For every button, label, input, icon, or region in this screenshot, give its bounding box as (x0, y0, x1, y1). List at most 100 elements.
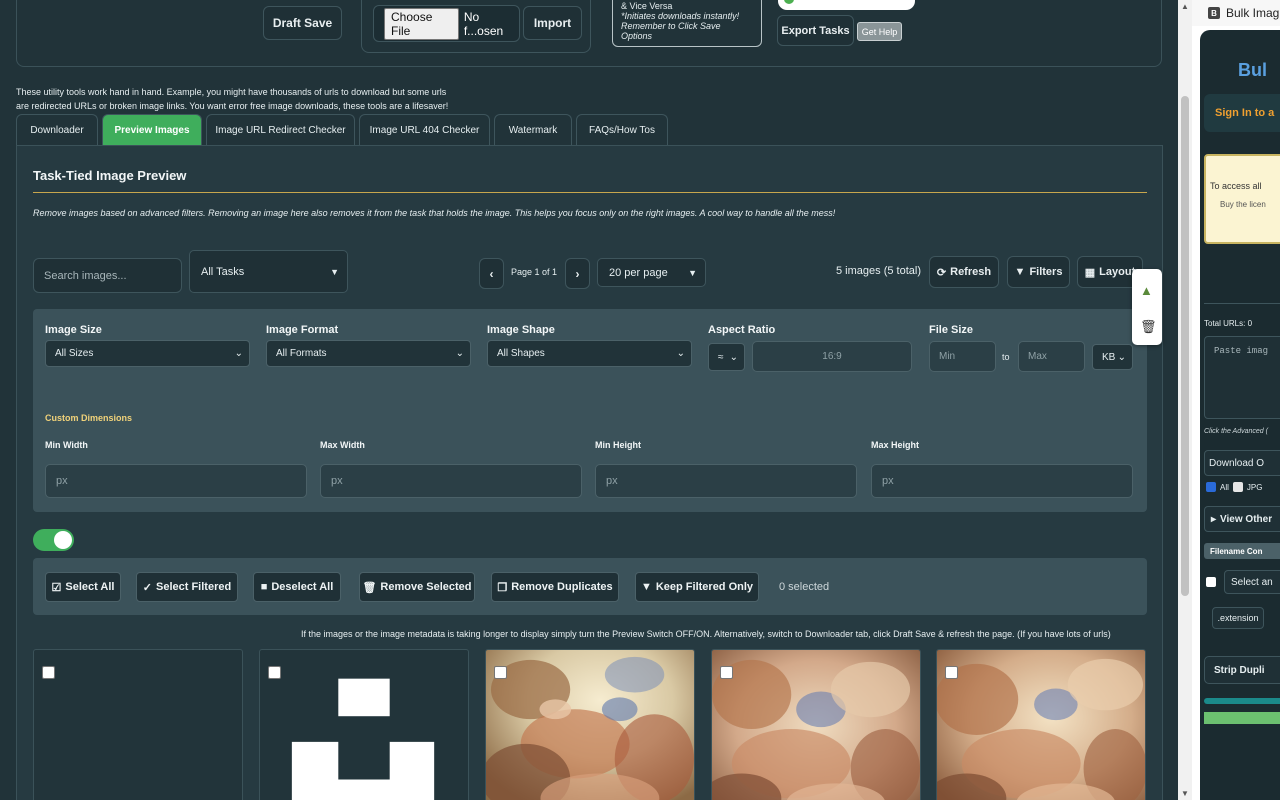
intro-line: These utility tools work hand in hand. E… (16, 87, 447, 97)
image-format-value: All Formats (276, 348, 327, 359)
page-scrollbar[interactable]: ▲ ▼ (1178, 0, 1192, 800)
export-tasks-button[interactable]: Export Tasks (777, 15, 854, 46)
search-input[interactable] (33, 258, 182, 293)
select-filtered-label: Select Filtered (156, 581, 232, 593)
image-card[interactable] (711, 649, 921, 800)
trash-icon[interactable]: 🗑 (1140, 319, 1157, 335)
file-unit-select[interactable]: KB ⌄ (1092, 344, 1133, 370)
file-size-max-input[interactable]: Max (1018, 341, 1085, 372)
image-checkbox[interactable] (42, 666, 55, 679)
image-format-label: Image Format (266, 324, 339, 336)
sign-in-link[interactable]: Sign In to a (1204, 94, 1280, 132)
preview-switch[interactable] (33, 529, 74, 551)
extension-logo-icon: B (1208, 7, 1220, 19)
tab-preview-images[interactable]: Preview Images (102, 114, 202, 145)
strip-duplicates-button[interactable]: Strip Dupli (1204, 656, 1280, 684)
custom-dimensions-title: Custom Dimensions (45, 413, 133, 423)
task-select[interactable]: All Tasks ▼ (189, 250, 348, 293)
image-card[interactable] (936, 649, 1146, 800)
max-width-input[interactable]: px (320, 464, 582, 498)
filename-select-row: Select an (1206, 570, 1280, 594)
floating-toolbar: ▲ 🗑 (1132, 269, 1162, 345)
import-button[interactable]: Import (523, 6, 582, 40)
remove-duplicates-button[interactable]: ❐ Remove Duplicates (491, 572, 619, 602)
view-other-toggle[interactable]: ▸ View Other (1204, 506, 1280, 532)
image-shape-select[interactable]: All Shapes ⌄ (487, 340, 692, 367)
min-width-input[interactable]: px (45, 464, 307, 498)
image-size-label: Image Size (45, 324, 102, 336)
draft-save-button[interactable]: Draft Save (263, 6, 342, 40)
preview-hint: If the images or the image metadata is t… (301, 629, 1111, 639)
refresh-button[interactable]: ⟳ Refresh (929, 256, 999, 288)
get-help-button[interactable]: Get Help (857, 22, 902, 41)
next-page-button[interactable]: › (565, 258, 590, 289)
filters-button[interactable]: ▼ Filters (1007, 256, 1070, 288)
tab-faqs[interactable]: FAQs/How Tos (576, 114, 668, 145)
chevron-right-icon: › (575, 266, 580, 281)
download-options-button[interactable]: Download O (1204, 450, 1280, 476)
filename-checkbox[interactable] (1206, 577, 1216, 587)
scrollbar-thumb[interactable] (1181, 96, 1189, 596)
deselect-all-button[interactable]: ■ Deselect All (253, 572, 341, 602)
scroll-up-arrow-icon[interactable]: ▲ (1181, 2, 1189, 11)
prev-page-button[interactable]: ‹ (479, 258, 504, 289)
image-card[interactable] (485, 649, 695, 800)
jpg-checkbox[interactable] (1232, 482, 1243, 492)
tab-redirect-checker[interactable]: Image URL Redirect Checker (206, 114, 355, 145)
select-filtered-button[interactable]: ✓ Select Filtered (136, 572, 238, 602)
double-check-icon: ✓ (142, 581, 152, 594)
preview-panel: Task-Tied Image Preview Remove images ba… (16, 145, 1163, 800)
image-card[interactable] (33, 649, 243, 800)
image-thumbnail (712, 650, 920, 800)
status-pill[interactable] (778, 0, 915, 10)
image-add-icon[interactable]: ▲ (1140, 283, 1153, 298)
all-checkbox[interactable] (1206, 482, 1216, 492)
panel-title: Task-Tied Image Preview (33, 168, 187, 183)
chevron-left-icon: ‹ (489, 266, 494, 281)
tab-downloader[interactable]: Downloader (16, 114, 98, 145)
aspect-ratio-input[interactable]: 16:9 (752, 341, 912, 372)
chevron-down-icon: ▼ (330, 266, 339, 277)
keep-filtered-only-button[interactable]: ▼ Keep Filtered Only (635, 572, 759, 602)
scroll-down-arrow-icon[interactable]: ▼ (1181, 789, 1189, 798)
license-notice-line: Buy the licen (1220, 200, 1266, 209)
extension-chip[interactable]: .extension (1212, 607, 1264, 629)
chevron-down-icon: ▼ (688, 267, 697, 278)
license-notice-line: To access all (1210, 181, 1262, 191)
image-checkbox[interactable] (945, 666, 958, 679)
per-page-select[interactable]: 20 per page ▼ (597, 258, 706, 287)
filters-label: Filters (1029, 266, 1063, 278)
min-width-label: Min Width (45, 440, 88, 450)
remove-selected-label: Remove Selected (380, 581, 472, 593)
progress-track (1204, 698, 1280, 704)
choose-file-button[interactable]: Choose File (384, 7, 459, 40)
url-textarea[interactable]: Paste imag (1204, 336, 1280, 419)
tab-404-checker[interactable]: Image URL 404 Checker (359, 114, 490, 145)
image-thumbnail (937, 650, 1145, 800)
file-input[interactable]: Choose File No f...osen (373, 5, 520, 42)
side-panel-body: Bul Sign In to a To access all Buy the l… (1200, 30, 1280, 800)
file-size-min-input[interactable]: Min (929, 341, 996, 372)
format-checkboxes: All JPG (1206, 482, 1262, 492)
image-checkbox[interactable] (268, 666, 281, 679)
filename-select[interactable]: Select an (1224, 570, 1280, 594)
image-card[interactable] (259, 649, 469, 800)
min-height-input[interactable]: px (595, 464, 857, 498)
file-size-to-label: to (1002, 352, 1010, 362)
select-all-button[interactable]: ☑ Select All (45, 572, 121, 602)
image-format-select[interactable]: All Formats ⌄ (266, 340, 471, 367)
remove-duplicates-label: Remove Duplicates (511, 581, 613, 593)
aspect-ratio-label: Aspect Ratio (708, 324, 776, 336)
max-width-label: Max Width (320, 440, 365, 450)
side-panel-title: Bulk Imag (1226, 6, 1280, 20)
image-size-select[interactable]: All Sizes ⌄ (45, 340, 250, 367)
aspect-operator-value: ≈ (718, 351, 724, 363)
max-height-input[interactable]: px (871, 464, 1133, 498)
tab-watermark[interactable]: Watermark (494, 114, 572, 145)
image-checkbox[interactable] (720, 666, 733, 679)
image-checkbox[interactable] (494, 666, 507, 679)
aspect-operator-select[interactable]: ≈ ⌄ (708, 343, 745, 371)
remove-selected-button[interactable]: 🗑 Remove Selected (359, 572, 475, 602)
filename-config-tab[interactable]: Filename Con (1204, 543, 1280, 559)
view-other-label: View Other (1220, 513, 1273, 525)
